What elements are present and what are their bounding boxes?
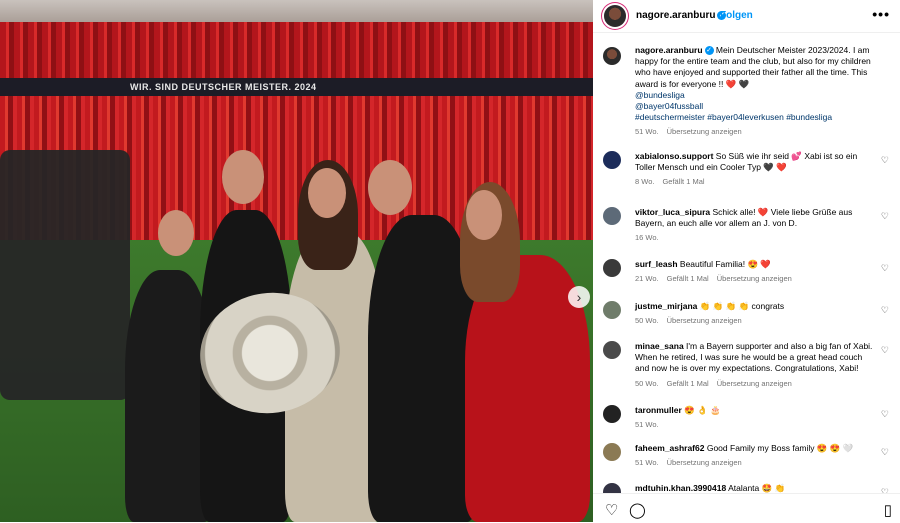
commenter-username[interactable]: xabialonso.support xyxy=(635,151,713,161)
mention-link[interactable]: @bayer04fussball xyxy=(635,101,885,112)
post-side-panel: nagore.aranburu ✓ Folgen ••• nagore.aranb… xyxy=(593,0,900,523)
commenter-username[interactable]: taronmuller xyxy=(635,405,682,415)
comment-likes[interactable]: Gefällt 1 Mal xyxy=(662,177,704,186)
caption-author-avatar[interactable] xyxy=(603,47,621,65)
comment-heart-icon[interactable]: ♡ xyxy=(881,409,889,420)
comment-age: 8 Wo. xyxy=(635,177,655,187)
translate-link[interactable]: Übersetzung anzeigen xyxy=(717,379,792,388)
next-photo-button[interactable]: › xyxy=(568,286,590,308)
comment-meta: 51 Wo. xyxy=(635,419,875,430)
chevron-right-icon: › xyxy=(576,289,582,305)
comment-age: 51 Wo. xyxy=(635,458,659,468)
commenter-username[interactable]: mdtuhin.khan.3990418 xyxy=(635,483,726,493)
commenter-avatar[interactable] xyxy=(603,259,621,277)
cameraman xyxy=(0,150,130,400)
comment-heart-icon[interactable]: ♡ xyxy=(881,305,889,316)
comments-scroll-area[interactable]: nagore.aranburu ✓ Mein Deutscher Meister … xyxy=(593,33,900,493)
stadium-stand-upper xyxy=(0,22,593,82)
commenter-avatar[interactable] xyxy=(603,405,621,423)
commenter-username[interactable]: faheem_ashraf62 xyxy=(635,443,704,453)
heart-icon[interactable]: ♡ xyxy=(605,501,618,519)
comment-body: justme_mirjana 👏 👏 👏 👏 congrats 50 Wo. Übe… xyxy=(635,301,875,326)
more-options-icon[interactable]: ••• xyxy=(872,6,890,22)
comment-age: 21 Wo. xyxy=(635,274,659,284)
comment-meta: 8 Wo. Gefällt 1 Mal xyxy=(635,176,875,187)
author-username-text[interactable]: nagore.aranburu xyxy=(636,10,715,21)
translate-link[interactable]: Übersetzung anzeigen xyxy=(667,316,742,325)
hashtag-links[interactable]: #deutschermeister #bayer04leverkusen #bu… xyxy=(635,112,885,123)
post-photo[interactable]: WIR. SIND DEUTSCHER MEISTER. 2024 › xyxy=(0,0,593,522)
translate-link[interactable]: Übersetzung anzeigen xyxy=(667,458,742,467)
comment-heart-icon[interactable]: ♡ xyxy=(881,447,889,458)
verified-badge-icon: ✓ xyxy=(704,46,714,56)
comment-meta: 50 Wo. Übersetzung anzeigen xyxy=(635,315,875,326)
comment-age: 51 Wo. xyxy=(635,420,659,430)
commenter-avatar[interactable] xyxy=(603,341,621,359)
comment-age: 16 Wo. xyxy=(635,233,659,243)
comment-text: Good Family my Boss family 😍 😍 🤍 xyxy=(706,443,854,453)
bookmark-icon[interactable]: ▯ xyxy=(884,501,892,519)
mention-link[interactable]: @bundesliga xyxy=(635,90,885,101)
comment-meta: 21 Wo. Gefällt 1 Mal Übersetzung anzeigen xyxy=(635,273,875,284)
comment-body: taronmuller 😍 👌 🎂 51 Wo. xyxy=(635,405,875,430)
comment-text: 😍 👌 🎂 xyxy=(684,405,721,415)
stadium-banner: WIR. SIND DEUTSCHER MEISTER. 2024 xyxy=(0,78,593,96)
translate-link[interactable]: Übersetzung anzeigen xyxy=(667,127,742,136)
comment-body: surf_leash Beautiful Familia! 😍 ❤️ 21 Wo.… xyxy=(635,259,875,284)
comment-likes[interactable]: Gefällt 1 Mal xyxy=(667,274,709,283)
person-man-head xyxy=(222,150,264,204)
person-teen-girl-head xyxy=(466,190,502,240)
comment-meta: 51 Wo. Übersetzung anzeigen xyxy=(635,457,875,468)
commenter-avatar[interactable] xyxy=(603,443,621,461)
comment-age: 50 Wo. xyxy=(635,378,659,388)
commenter-avatar[interactable] xyxy=(603,207,621,225)
comment-body: viktor_luca_sipura Schick alle! ❤️ Viele… xyxy=(635,207,875,244)
comment-meta: 50 Wo. Gefällt 1 Mal Übersetzung anzeigen xyxy=(635,378,875,389)
comment-age: 50 Wo. xyxy=(635,316,659,326)
stadium-banner-text: WIR. SIND DEUTSCHER MEISTER. 2024 xyxy=(130,82,317,92)
author-avatar[interactable] xyxy=(604,5,626,27)
comment-likes[interactable]: Gefällt 1 Mal xyxy=(667,379,709,388)
commenter-username[interactable]: minae_sana xyxy=(635,341,684,351)
commenter-username[interactable]: justme_mirjana xyxy=(635,301,697,311)
person-girl-head xyxy=(158,210,194,256)
translate-link[interactable]: Übersetzung anzeigen xyxy=(717,274,792,283)
commenter-avatar[interactable] xyxy=(603,301,621,319)
caption-age: 51 Wo. xyxy=(635,127,659,137)
comment-heart-icon[interactable]: ♡ xyxy=(881,345,889,356)
post-header: nagore.aranburu ✓ Folgen ••• xyxy=(593,0,900,33)
commenter-username[interactable]: surf_leash xyxy=(635,259,678,269)
caption-username[interactable]: nagore.aranburu xyxy=(635,45,703,55)
comment-icon[interactable]: ◯ xyxy=(629,501,646,519)
follow-button[interactable]: Folgen xyxy=(720,10,753,21)
commenter-avatar[interactable] xyxy=(603,483,621,493)
action-bar: ♡ ◯ ▯ xyxy=(593,493,900,523)
comment-meta: 16 Wo. xyxy=(635,232,875,243)
comment-heart-icon[interactable]: ♡ xyxy=(881,155,889,166)
comment-text: Beautiful Familia! 😍 ❤️ xyxy=(679,259,771,269)
caption-body: nagore.aranburu ✓ Mein Deutscher Meister … xyxy=(635,45,885,138)
comment-text: Atalanta 🤩 👏 xyxy=(728,483,786,493)
comment-body: minae_sana I'm a Bayern supporter and al… xyxy=(635,341,875,389)
comment-text: 👏 👏 👏 👏 congrats xyxy=(699,301,785,311)
person-boy-head xyxy=(368,160,412,215)
comment-heart-icon[interactable]: ♡ xyxy=(881,211,889,222)
comment-body: mdtuhin.khan.3990418 Atalanta 🤩 👏 xyxy=(635,483,875,493)
caption-meta: 51 Wo. Übersetzung anzeigen xyxy=(635,126,885,137)
person-woman-head xyxy=(308,168,346,218)
comment-body: xabialonso.support So Süß wie ihr seid 💕… xyxy=(635,151,875,188)
comment-body: faheem_ashraf62 Good Family my Boss fami… xyxy=(635,443,875,468)
author-username[interactable]: nagore.aranburu ✓ xyxy=(636,10,727,21)
commenter-username[interactable]: viktor_luca_sipura xyxy=(635,207,710,217)
comment-heart-icon[interactable]: ♡ xyxy=(881,263,889,274)
commenter-avatar[interactable] xyxy=(603,151,621,169)
